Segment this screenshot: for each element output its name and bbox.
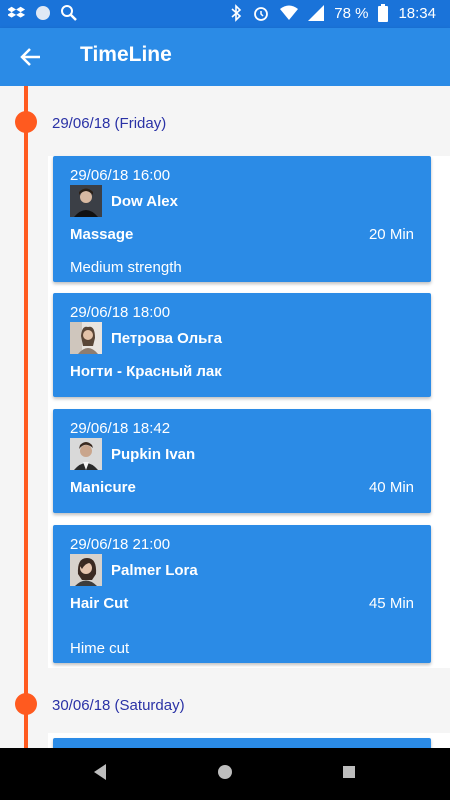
timeline-line: [24, 86, 28, 748]
event-note: Medium strength: [70, 259, 182, 276]
event-note: Hime cut: [70, 640, 130, 657]
client-name: Palmer Lora: [111, 562, 198, 579]
event-card[interactable]: 29/06/18 16:00 Dow Alex Massage 20 Min M…: [53, 156, 431, 282]
alarm-icon: [254, 7, 269, 21]
recents-square-icon[interactable]: [340, 762, 358, 782]
day-header: 29/06/18 (Friday): [52, 115, 167, 132]
day-header: 30/06/18 (Saturday): [52, 697, 185, 714]
event-datetime: 29/06/18 18:00: [70, 304, 171, 321]
navigation-bar: [0, 748, 450, 800]
service-duration: 45 Min: [368, 595, 414, 612]
client-name: Dow Alex: [111, 193, 178, 210]
service-name: Hair Cut: [70, 595, 129, 612]
dropbox-icon: [8, 6, 26, 18]
event-datetime: 29/06/18 21:00: [70, 536, 171, 553]
timeline-dot-day-2: [15, 693, 37, 715]
bluetooth-icon: [231, 4, 242, 22]
event-datetime: 29/06/18 16:00: [70, 167, 171, 184]
avatar: [70, 322, 102, 354]
circle-app-icon: [36, 6, 50, 20]
avatar: [70, 438, 102, 470]
avatar: [70, 554, 102, 586]
battery-text: 78 %: [334, 4, 369, 22]
clock-text: 18:34: [398, 4, 436, 22]
service-duration: 40 Min: [368, 479, 414, 496]
service-name: Manicure: [70, 479, 136, 496]
battery-icon: [378, 4, 389, 22]
back-triangle-icon[interactable]: [92, 762, 108, 782]
client-name: Pupkin Ivan: [111, 446, 196, 463]
service-name: Massage: [70, 226, 134, 243]
app-bar: TimeLine: [0, 28, 450, 86]
avatar: [70, 185, 102, 217]
signal-icon: [308, 5, 325, 21]
timeline-content[interactable]: 29/06/18 (Friday) 29/06/18 16:00 Dow Ale…: [0, 86, 450, 748]
event-card[interactable]: 29/06/18 21:00 Palmer Lora Hair Cut 45 M…: [53, 525, 431, 663]
timeline-dot-day-1: [15, 111, 37, 133]
page-title: TimeLine: [80, 43, 172, 66]
event-card[interactable]: 29/06/18 18:42 Pupkin Ivan Manicure 40 M…: [53, 409, 431, 513]
arrow-back-icon[interactable]: [18, 44, 44, 70]
event-card[interactable]: 29/06/18 18:00 Петрова Ольга Ногти - Кра…: [53, 293, 431, 397]
event-datetime: 29/06/18 18:42: [70, 420, 171, 437]
wifi-icon: [280, 5, 299, 20]
service-name: Ногти - Красный лак: [70, 363, 222, 380]
status-bar: 78 % 18:34: [0, 0, 450, 28]
client-name: Петрова Ольга: [111, 330, 222, 347]
event-card[interactable]: [53, 738, 431, 748]
home-circle-icon[interactable]: [215, 762, 235, 782]
service-duration: 20 Min: [368, 226, 414, 243]
search-icon: [61, 5, 77, 21]
